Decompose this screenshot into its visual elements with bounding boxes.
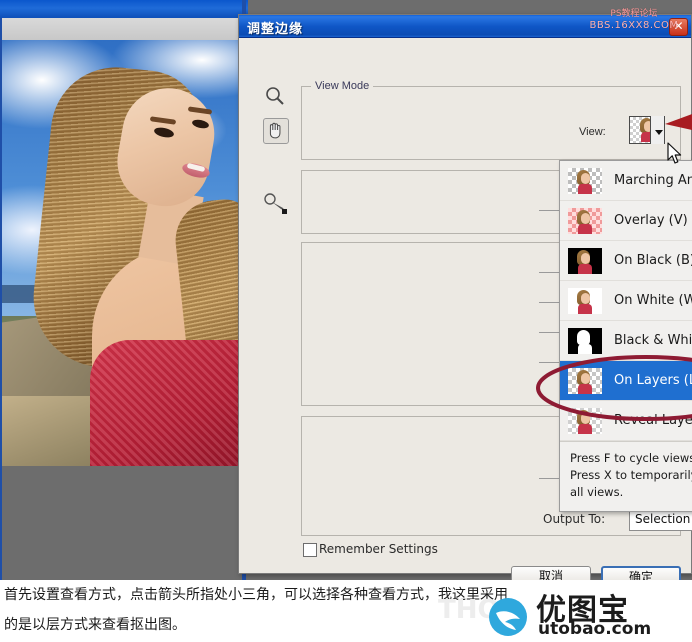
view-label: View: [579,126,606,138]
view-option-on-black[interactable]: On Black (B) [560,241,692,281]
dialog-body: View Mode View: Show Radius (J) Show Ori… [239,38,692,587]
thumbnail-black-and-white [568,327,602,354]
output-to-select[interactable]: Selection [629,509,692,531]
dialog-titlebar[interactable]: 调整边缘 ✕ [239,15,691,38]
caption-area: 首先设置查看方式，点击箭头所指处小三角，可以选择各种查看方式，我这里采用 的是以… [0,580,692,642]
refine-radius-tool-icon[interactable] [263,190,287,214]
view-hint-line2: Press X to temporarily disable all views… [570,468,692,499]
view-dropdown-arrow-button[interactable] [650,116,664,144]
remember-settings-label: Remember Settings [319,542,438,556]
view-option-label: Overlay (V) [614,213,688,228]
view-option-on-layers[interactable]: On Layers (L) [560,361,692,401]
refine-edge-dialog[interactable]: 调整边缘 ✕ PS教程论坛 BBS.16XX8.COM View Mode Vi… [238,9,692,587]
subject-red-top-lace [90,340,242,466]
view-hint-line1: Press F to cycle views. [570,451,692,465]
thumbnail-overlay [568,207,602,234]
document-canvas[interactable] [2,40,242,466]
view-option-label: Black & White (K) [614,333,692,348]
thumbnail-on-layers [568,367,602,394]
view-option-label: Reveal Layer (R) [614,413,692,428]
view-option-black-and-white[interactable]: Black & White (K) [560,321,692,361]
view-mode-dropdown-list[interactable]: Marching Ants (M) Overlay (V) On Black (… [559,160,692,512]
view-mode-group-label: View Mode [311,80,374,92]
view-option-label: Marching Ants (M) [614,173,692,188]
thumbnail-on-white [568,287,602,314]
chevron-down-icon [655,130,663,135]
view-option-marching-ants[interactable]: Marching Ants (M) [560,161,692,201]
document-titlebar [0,0,248,18]
view-option-on-white[interactable]: On White (W) [560,281,692,321]
close-icon-glyph: ✕ [673,19,684,33]
hand-tool-icon[interactable] [263,118,289,144]
close-icon[interactable]: ✕ [669,18,688,36]
caption-line-2: 的是以层方式来查看抠出图。 [4,617,186,633]
caption-line-1: 首先设置查看方式，点击箭头所指处小三角，可以选择各种查看方式，我这里采用 [4,587,508,603]
brush-icon-svg [264,193,287,214]
view-mode-group [301,86,681,160]
thumbnail-reveal-layer [568,407,602,434]
thumbnail-on-black [568,247,602,274]
document-options-bar [0,18,246,41]
thumbnail-marching-ants [568,167,602,194]
view-option-label: On Black (B) [614,253,692,268]
view-option-label: On Layers (L) [614,373,692,388]
view-option-reveal-layer[interactable]: Reveal Layer (R) [560,401,692,441]
hand-icon-svg [269,122,281,139]
photo-subject [26,50,242,466]
view-option-label: On White (W) [614,293,692,308]
zoom-icon-svg [266,87,284,105]
output-to-value: Selection [635,512,691,526]
zoom-tool-icon[interactable] [263,84,287,108]
view-mode-hint: Press F to cycle views. Press X to tempo… [560,441,692,511]
output-to-label: Output To: [543,512,606,526]
view-option-overlay[interactable]: Overlay (V) [560,201,692,241]
remember-settings-checkbox[interactable] [303,543,317,557]
dialog-title: 调整边缘 [247,22,304,37]
